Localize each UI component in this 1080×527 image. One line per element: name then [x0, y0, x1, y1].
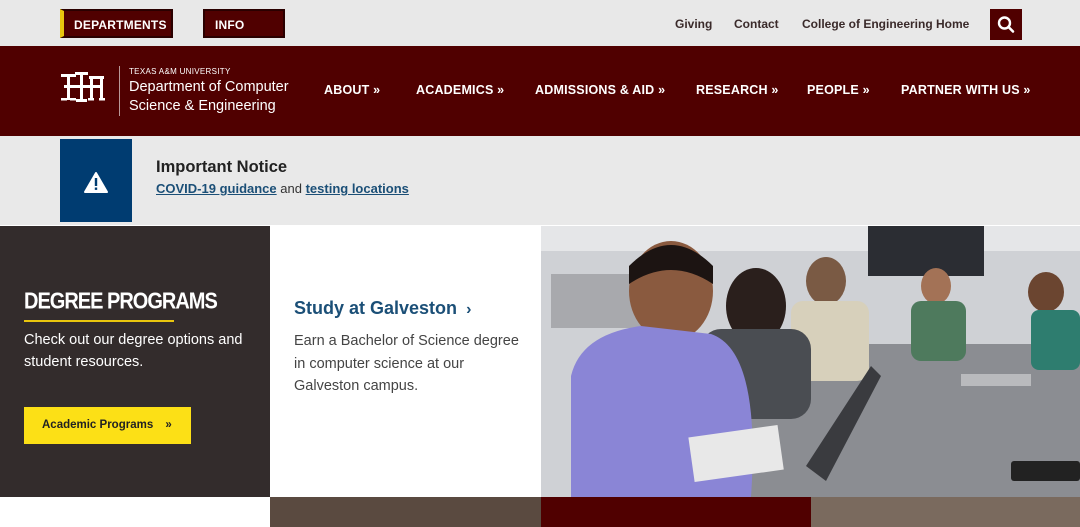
study-galveston-link[interactable]: Study at Galveston ›	[294, 298, 471, 319]
search-icon	[997, 16, 1015, 33]
nav-about[interactable]: ABOUT »	[324, 83, 380, 97]
college-home-link[interactable]: College of Engineering Home	[802, 17, 969, 31]
logo-divider	[119, 66, 120, 116]
notice-body: COVID-19 guidance and testing locations	[156, 181, 409, 196]
study-galveston-tile: Study at Galveston › Earn a Bachelor of …	[270, 226, 541, 497]
next-row-strip	[0, 497, 1080, 527]
contact-link[interactable]: Contact	[734, 17, 779, 31]
double-chevron-right-icon: »	[165, 419, 172, 431]
tile-maroon	[541, 497, 811, 527]
notice-title: Important Notice	[156, 158, 288, 176]
nav-academics[interactable]: ACADEMICS »	[416, 83, 504, 97]
info-for-button[interactable]: INFO FOR »	[203, 9, 285, 61]
university-name: TEXAS A&M UNIVERSITY	[129, 67, 231, 76]
tile-photo-right	[811, 497, 1080, 527]
tamu-logo[interactable]	[61, 72, 105, 106]
tile-photo-left	[270, 497, 541, 527]
important-notice: Important Notice COVID-19 guidance and t…	[0, 136, 1080, 225]
search-button[interactable]	[990, 9, 1022, 40]
notice-conjunction: and	[280, 181, 302, 196]
heading-underline	[24, 320, 174, 322]
main-navigation: TEXAS A&M UNIVERSITY Department of Compu…	[0, 46, 1080, 136]
degree-programs-tile: DEGREE PROGRAMS Check out our degree opt…	[0, 226, 270, 497]
testing-locations-link[interactable]: testing locations	[306, 181, 409, 196]
chevron-right-icon: ›	[466, 301, 472, 318]
degree-programs-heading: DEGREE PROGRAMS	[24, 289, 218, 315]
warning-icon	[84, 172, 108, 193]
departments-button[interactable]: DEPARTMENTS »	[60, 9, 173, 61]
nav-partner-with-us[interactable]: PARTNER WITH US »	[901, 83, 1031, 97]
nav-research[interactable]: RESEARCH »	[696, 83, 779, 97]
study-galveston-text: Earn a Bachelor of Science degree in com…	[294, 333, 519, 394]
classroom-photo	[541, 226, 1080, 497]
nav-people[interactable]: PEOPLE »	[807, 83, 870, 97]
academic-programs-label: Academic Programs	[42, 419, 154, 431]
nav-admissions-aid[interactable]: ADMISSIONS & AID »	[535, 83, 665, 97]
notice-icon-box	[60, 139, 132, 222]
covid-guidance-link[interactable]: COVID-19 guidance	[156, 181, 277, 196]
giving-link[interactable]: Giving	[675, 17, 712, 31]
academic-programs-button[interactable]: Academic Programs »	[24, 407, 191, 444]
degree-programs-text: Check out our degree options and student…	[24, 332, 243, 370]
utility-bar: DEPARTMENTS » INFO FOR » Giving Contact …	[0, 0, 1080, 61]
department-name[interactable]: Department of Computer Science & Enginee…	[129, 78, 309, 116]
study-galveston-heading: Study at Galveston	[294, 298, 458, 318]
